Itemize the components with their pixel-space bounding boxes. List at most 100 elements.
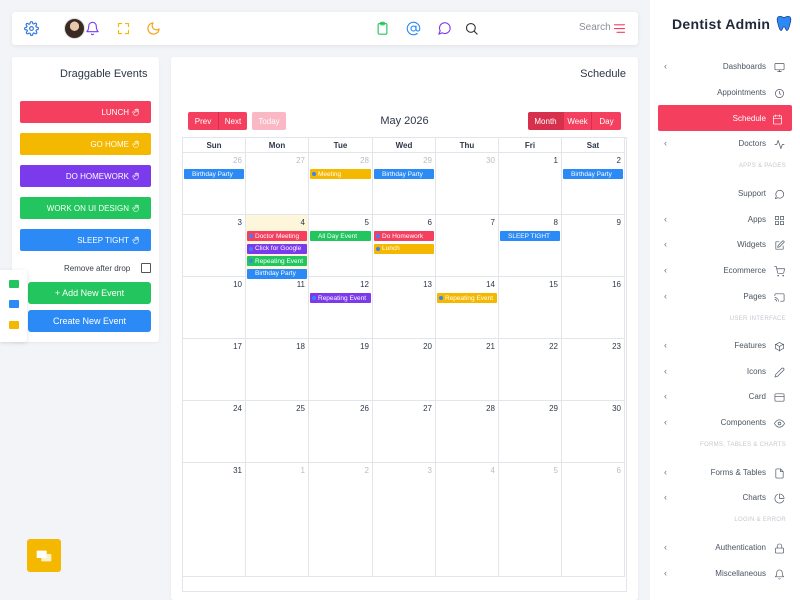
calendar-day-cell[interactable]: 16 — [562, 277, 625, 339]
draggable-event-4[interactable]: SLEEP TIGHT — [20, 229, 151, 251]
chat-icon[interactable] — [436, 20, 453, 37]
calendar-event[interactable]: Do Homework — [374, 231, 434, 241]
calendar-day-cell[interactable]: 26 — [309, 401, 373, 463]
calendar-day-cell[interactable]: 5 — [499, 463, 562, 577]
calendar-day-cell[interactable]: 13 — [373, 277, 436, 339]
calendar-day-cell[interactable]: 14 Repeating Event — [436, 277, 499, 339]
view-month-button[interactable]: Month — [528, 112, 563, 130]
sidebar-item-ecommerce[interactable]: ‹ Ecommerce — [658, 261, 800, 279]
sidebar-item-features[interactable]: ‹ Features — [658, 336, 800, 354]
calendar-day-cell[interactable]: 4 Doctor Meeting Click for Google Repeating… — [246, 215, 309, 279]
calendar-day-cell[interactable]: 11 — [246, 277, 309, 339]
cast-icon — [774, 290, 786, 302]
bell-icon[interactable] — [84, 20, 101, 37]
calendar-grid: Sun Mon Tue Wed Thu Fri Sat 26 Birthday Party 27 2… — [182, 137, 627, 592]
calendar-day-cell[interactable]: 4 — [436, 463, 499, 577]
sidebar-item-doctors[interactable]: ‹ Doctors — [658, 134, 800, 152]
sidebar-item-widgets[interactable]: ‹ Widgets — [658, 235, 800, 253]
draggable-event-3[interactable]: WORK ON UI DESIGN — [20, 197, 151, 219]
gallery-icon[interactable] — [9, 321, 19, 329]
calendar-event[interactable]: Birthday Party — [374, 169, 434, 179]
calendar-day-cell[interactable]: 21 — [436, 339, 499, 401]
calendar-event[interactable]: Repeating Event — [437, 293, 497, 303]
calendar-event[interactable]: All Day Event — [310, 231, 371, 241]
calendar-event[interactable]: Lunch — [374, 243, 434, 254]
draggable-event-0[interactable]: LUNCH — [20, 101, 151, 123]
calendar-event[interactable]: Repeating Event — [310, 293, 371, 303]
sidebar-item-forms-tables[interactable]: ‹ Forms & Tables — [658, 463, 800, 481]
calendar-day-cell[interactable]: 7 — [436, 215, 499, 277]
calendar-day-cell[interactable]: 20 — [373, 339, 436, 401]
draggable-event-1[interactable]: GO HOME — [20, 133, 151, 155]
sidebar-item-miscellaneous[interactable]: ‹ Miscellaneous — [658, 564, 800, 582]
calendar-event[interactable]: Doctor Meeting — [247, 231, 307, 241]
calendar-day-cell[interactable]: 2 Birthday Party — [562, 153, 625, 215]
search-label[interactable]: Search — [579, 22, 611, 33]
calendar-day-cell[interactable]: 26 Birthday Party — [183, 153, 246, 215]
clipboard-icon[interactable] — [374, 20, 391, 37]
calendar-day-cell[interactable]: 29 Birthday Party — [373, 153, 436, 215]
calendar-day-cell[interactable]: 1 — [499, 153, 562, 215]
calendar-day-cell[interactable]: 24 — [183, 401, 246, 463]
calendar-day-cell[interactable]: 19 — [309, 339, 373, 401]
calendar-day-cell[interactable]: 3 — [183, 215, 246, 277]
view-week-button[interactable]: Week — [563, 112, 591, 130]
calendar-day-cell[interactable]: 17 — [183, 339, 246, 401]
calendar-day-cell[interactable]: 31 — [183, 463, 246, 577]
sidebar-item-authentication[interactable]: ‹ Authentication — [658, 538, 800, 556]
avatar[interactable] — [64, 18, 85, 39]
calendar-day-cell[interactable]: 27 — [246, 153, 309, 215]
calendar-day-cell[interactable]: 5 All Day Event — [309, 215, 373, 277]
calendar-event[interactable]: Repeating Event — [247, 256, 307, 266]
calendar-event[interactable]: Click for Google — [247, 243, 307, 254]
calendar-day-cell[interactable]: 6 Do Homework Lunch — [373, 215, 436, 277]
sidebar-item-schedule[interactable]: Schedule — [658, 105, 792, 131]
calendar-day-cell[interactable]: 6 — [562, 463, 625, 577]
remove-after-drop-checkbox[interactable] — [141, 263, 151, 273]
calendar-day-cell[interactable]: 28 Meeting — [309, 153, 373, 215]
calendar-day-cell[interactable]: 22 — [499, 339, 562, 401]
calendar-day-cell[interactable]: 10 — [183, 277, 246, 339]
sidebar-item-charts[interactable]: ‹ Charts — [658, 488, 800, 506]
add-new-event-button[interactable]: + Add New Event — [28, 282, 151, 304]
calendar-day-cell[interactable]: 30 — [436, 153, 499, 215]
calendar-event[interactable]: Birthday Party — [563, 169, 623, 179]
moon-icon[interactable] — [145, 20, 162, 37]
search-icon[interactable] — [463, 20, 480, 37]
menu-icon[interactable] — [611, 20, 628, 37]
calendar-day-cell[interactable]: 3 — [373, 463, 436, 577]
image-icon[interactable] — [9, 300, 19, 308]
calendar-event[interactable]: Birthday Party — [184, 169, 244, 179]
calendar-day-cell[interactable]: 25 — [246, 401, 309, 463]
calendar-day-cell[interactable]: 2 — [309, 463, 373, 577]
sidebar-item-apps[interactable]: ‹ Apps — [658, 210, 800, 228]
create-new-event-button[interactable]: Create New Event — [28, 310, 151, 332]
calendar-day-cell[interactable]: 12 Repeating Event — [309, 277, 373, 339]
calendar-day-cell[interactable]: 28 — [436, 401, 499, 463]
draggable-event-2[interactable]: DO HOMEWORK — [20, 165, 151, 187]
calendar-day-cell[interactable]: 9 — [562, 215, 625, 277]
calendar-day-cell[interactable]: 27 — [373, 401, 436, 463]
sidebar-item-icons[interactable]: ‹ Icons — [658, 362, 800, 380]
calendar-day-cell[interactable]: 23 — [562, 339, 625, 401]
sidebar-item-pages[interactable]: ‹ Pages — [658, 287, 800, 305]
calendar-event[interactable]: Meeting — [310, 169, 371, 179]
gear-icon[interactable] — [23, 20, 40, 37]
sidebar-item-components[interactable]: ‹ Components — [658, 413, 800, 431]
at-icon[interactable] — [405, 20, 422, 37]
sidebar-item-support[interactable]: Support — [658, 184, 800, 202]
calendar-day-cell[interactable]: 1 — [246, 463, 309, 577]
calendar-day-cell[interactable]: 18 — [246, 339, 309, 401]
view-day-button[interactable]: Day — [591, 112, 621, 130]
sidebar-item-dashboards[interactable]: ‹ Dashboards — [658, 57, 800, 75]
calendar-day-cell[interactable]: 30 — [562, 401, 625, 463]
money-icon[interactable] — [9, 280, 19, 288]
calendar-day-cell[interactable]: 8 SLEEP TIGHT — [499, 215, 562, 277]
sidebar-item-appointments[interactable]: Appointments — [658, 83, 800, 101]
fullscreen-icon[interactable] — [115, 20, 132, 37]
calendar-day-cell[interactable]: 15 — [499, 277, 562, 339]
chat-widget-button[interactable] — [27, 539, 61, 572]
sidebar-item-card[interactable]: ‹ Card — [658, 387, 800, 405]
calendar-event[interactable]: SLEEP TIGHT — [500, 231, 560, 241]
calendar-day-cell[interactable]: 29 — [499, 401, 562, 463]
